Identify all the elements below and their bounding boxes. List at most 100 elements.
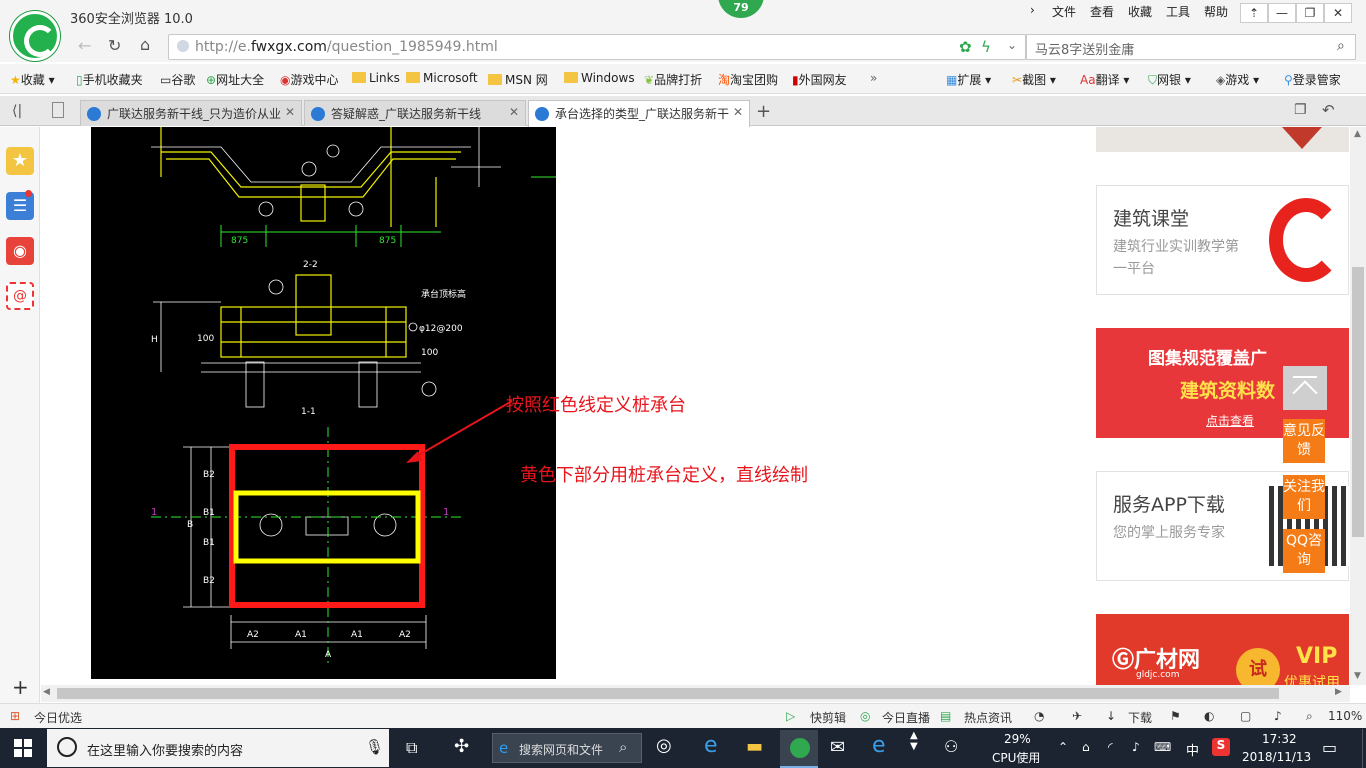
- menu-view[interactable]: 查看: [1090, 3, 1114, 20]
- chevron-right-icon[interactable]: ›: [1030, 3, 1035, 17]
- top-banner-partial[interactable]: [1096, 127, 1349, 152]
- home-icon[interactable]: ⌂: [140, 35, 150, 54]
- close-tab-icon[interactable]: ✕: [285, 105, 295, 119]
- collapse-sidebar-icon[interactable]: ⟨|: [12, 103, 22, 119]
- volume-icon[interactable]: ♪: [1274, 709, 1282, 723]
- cpu-label[interactable]: CPU使用: [992, 749, 1040, 766]
- new-tab-button[interactable]: +: [756, 101, 771, 122]
- status-download[interactable]: 下载: [1128, 709, 1152, 726]
- tab-2[interactable]: 答疑解惑_广联达服务新干线 ✕: [304, 100, 526, 126]
- search-icon[interactable]: ⌕: [1337, 38, 1345, 54]
- qq-consult-button[interactable]: QQ咨询: [1283, 529, 1325, 573]
- scroll-down-icon[interactable]: ▼: [1354, 671, 1361, 681]
- status-quick-clip[interactable]: 快剪辑: [810, 709, 846, 726]
- edge-icon[interactable]: e: [872, 733, 886, 758]
- bookmark-taobao[interactable]: 淘淘宝团购: [718, 71, 778, 88]
- card-building-class[interactable]: 建筑课堂 建筑行业实训教学第一平台: [1096, 185, 1349, 295]
- mobile-icon[interactable]: [52, 102, 64, 118]
- scroll-up-icon[interactable]: ▲: [1354, 129, 1361, 139]
- refresh-icon[interactable]: ↻: [108, 36, 121, 55]
- bookmark-links[interactable]: Links: [352, 71, 400, 85]
- tab-3-active[interactable]: 承台选择的类型_广联达服务新干 ✕: [528, 100, 750, 127]
- add-sidebar-icon[interactable]: +: [12, 675, 29, 699]
- chrome-icon[interactable]: ◎: [656, 735, 672, 756]
- status-live[interactable]: 今日直播: [882, 709, 930, 726]
- mail-icon[interactable]: @: [6, 282, 34, 310]
- address-bar[interactable]: http://e.fwxgx.com/question_1985949.html…: [168, 34, 1026, 60]
- browser-360-task[interactable]: [780, 730, 818, 768]
- toolbar-games[interactable]: ◈游戏 ▾: [1216, 71, 1259, 88]
- restore-button[interactable]: ❐: [1296, 3, 1324, 23]
- toolbar-login[interactable]: ⚲登录管家: [1284, 71, 1341, 88]
- tab-1[interactable]: 广联达服务新干线_只为造价从业 ✕: [80, 100, 302, 126]
- menu-tools[interactable]: 工具: [1166, 3, 1190, 20]
- flag-icon[interactable]: ⚑: [1170, 709, 1181, 723]
- bookmark-windows[interactable]: Windows: [564, 71, 635, 85]
- feedback-button[interactable]: 意见反馈: [1283, 419, 1325, 463]
- toolbar-extensions[interactable]: ▦扩展 ▾: [946, 71, 991, 88]
- ie-icon[interactable]: e: [704, 733, 718, 758]
- bookmark-hao123[interactable]: ⊕网址大全: [206, 71, 264, 88]
- action-center-icon[interactable]: ▭: [1322, 738, 1337, 757]
- horizontal-scroll-thumb[interactable]: [57, 688, 1279, 699]
- show-desktop-button[interactable]: [1362, 729, 1366, 768]
- lightning-icon[interactable]: ϟ: [981, 38, 991, 56]
- bookmark-google[interactable]: ▭谷歌: [160, 71, 195, 88]
- status-zoom[interactable]: 110%: [1328, 709, 1362, 723]
- window-icon[interactable]: ▢: [1240, 709, 1251, 723]
- network-icon[interactable]: ⌂: [1082, 740, 1090, 754]
- keyboard-icon[interactable]: ⌨: [1154, 740, 1171, 754]
- close-tab-icon[interactable]: ✕: [509, 105, 519, 119]
- weibo-icon[interactable]: ◉: [6, 237, 34, 265]
- back-to-top-button[interactable]: [1283, 366, 1327, 410]
- menu-favorites[interactable]: 收藏: [1128, 3, 1152, 20]
- bookmark-microsoft[interactable]: Microsoft: [406, 71, 478, 85]
- security-icon[interactable]: ✿: [959, 38, 972, 56]
- browser-icon[interactable]: ◐: [1204, 709, 1214, 723]
- close-button[interactable]: ✕: [1324, 3, 1352, 23]
- menu-help[interactable]: 帮助: [1204, 3, 1228, 20]
- task-view-icon[interactable]: ⧉: [406, 738, 417, 758]
- bookmark-mobile[interactable]: ▯手机收藏夹: [76, 71, 143, 88]
- taskbar-search[interactable]: 在这里输入你要搜索的内容 🎙: [47, 729, 389, 767]
- tray-chevron-icon[interactable]: ⌃: [1058, 740, 1068, 754]
- more-chevron-icon[interactable]: »: [870, 71, 877, 85]
- microphone-icon[interactable]: 🎙: [365, 738, 384, 756]
- scroll-right-icon[interactable]: ▶: [1335, 687, 1342, 697]
- search-input[interactable]: 马云8字送别金庸: [1035, 39, 1134, 58]
- horizontal-scrollbar[interactable]: ◀ ▶: [41, 685, 1350, 702]
- speaker-icon[interactable]: ♪: [1132, 740, 1140, 754]
- url-text[interactable]: http://e.fwxgx.com/question_1985949.html: [195, 39, 498, 55]
- status-hot-news[interactable]: 热点资讯: [964, 709, 1012, 726]
- bookmark-favorites[interactable]: ★收藏 ▾: [10, 71, 55, 88]
- speed-icon[interactable]: ◔: [1034, 709, 1044, 723]
- web-search-box[interactable]: e 搜索网页和文件 ⌕: [492, 733, 642, 763]
- pin-status-icon[interactable]: ✈: [1072, 709, 1082, 723]
- minimize-button[interactable]: —: [1268, 3, 1296, 23]
- clock-time[interactable]: 17:32: [1262, 732, 1297, 746]
- ime-indicator[interactable]: 中: [1186, 740, 1199, 759]
- file-explorer-icon[interactable]: ▬: [746, 736, 763, 757]
- bookmark-games[interactable]: ◉游戏中心: [280, 71, 339, 88]
- taskbar-scroll-icon[interactable]: ▲ ▼: [910, 730, 918, 752]
- chevron-down-icon[interactable]: ⌄: [1007, 38, 1017, 52]
- undo-close-icon[interactable]: ↶: [1322, 101, 1335, 119]
- vertical-scrollbar[interactable]: ▲ ▼: [1350, 127, 1366, 685]
- bookmark-msn[interactable]: MSN 网: [488, 71, 548, 88]
- follow-us-button[interactable]: 关注我们: [1283, 475, 1325, 519]
- tab-list-icon[interactable]: ❐: [1294, 102, 1307, 118]
- banner-gldjc[interactable]: Ⓖ广材网 gldjc.com 试 VIP 优惠试用: [1096, 614, 1349, 685]
- toolbar-translate[interactable]: Aa翻译 ▾: [1080, 71, 1129, 88]
- status-today-picks[interactable]: 今日优选: [34, 709, 82, 726]
- toolbar-screenshot[interactable]: ✂截图 ▾: [1012, 71, 1056, 88]
- people-icon[interactable]: ⚇: [944, 737, 958, 756]
- back-icon[interactable]: ←: [78, 36, 91, 55]
- clock-date[interactable]: 2018/11/13: [1242, 750, 1311, 764]
- wifi-icon[interactable]: ◜: [1108, 740, 1113, 754]
- bookmark-foreign[interactable]: ▮外国网友: [792, 71, 847, 88]
- banner-link[interactable]: 点击查看: [1206, 412, 1254, 429]
- scroll-left-icon[interactable]: ◀: [43, 687, 50, 697]
- search-box[interactable]: 马云8字送别金庸 ⌕: [1026, 34, 1356, 60]
- pinwheel-icon[interactable]: ✣: [454, 736, 469, 757]
- sogou-icon[interactable]: S: [1212, 738, 1230, 756]
